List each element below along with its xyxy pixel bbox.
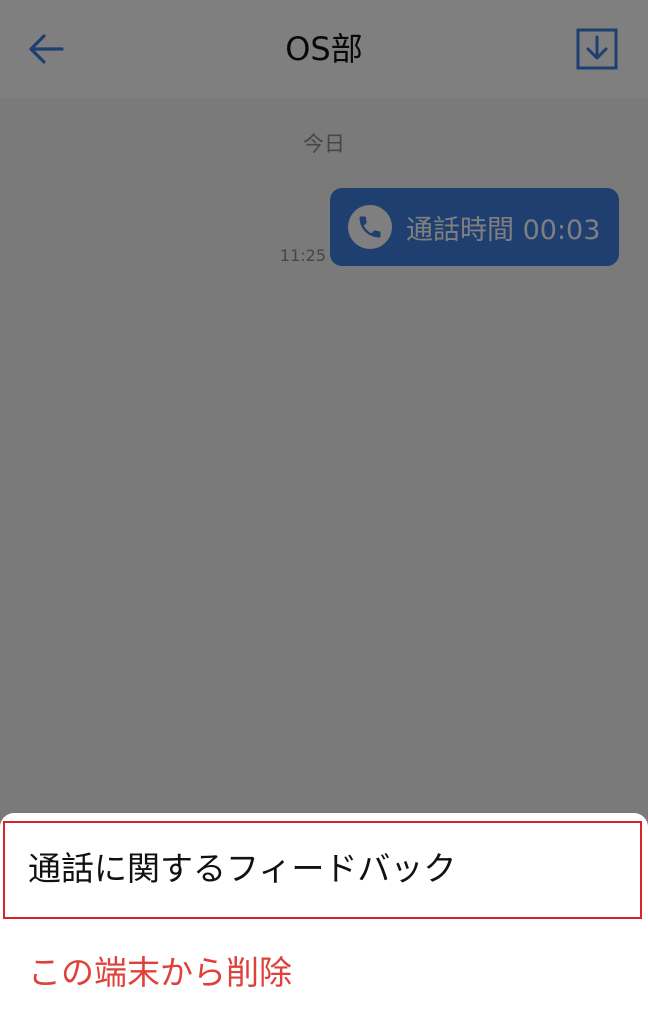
chat-screen: OS部 今日 通話時間 00:03 11:25 通話に関するフィードバック この…	[0, 0, 648, 1024]
delete-from-device-option[interactable]: この端末から削除	[0, 925, 648, 1021]
action-sheet: 通話に関するフィードバック この端末から削除	[0, 813, 648, 1024]
call-feedback-option[interactable]: 通話に関するフィードバック	[0, 821, 648, 919]
